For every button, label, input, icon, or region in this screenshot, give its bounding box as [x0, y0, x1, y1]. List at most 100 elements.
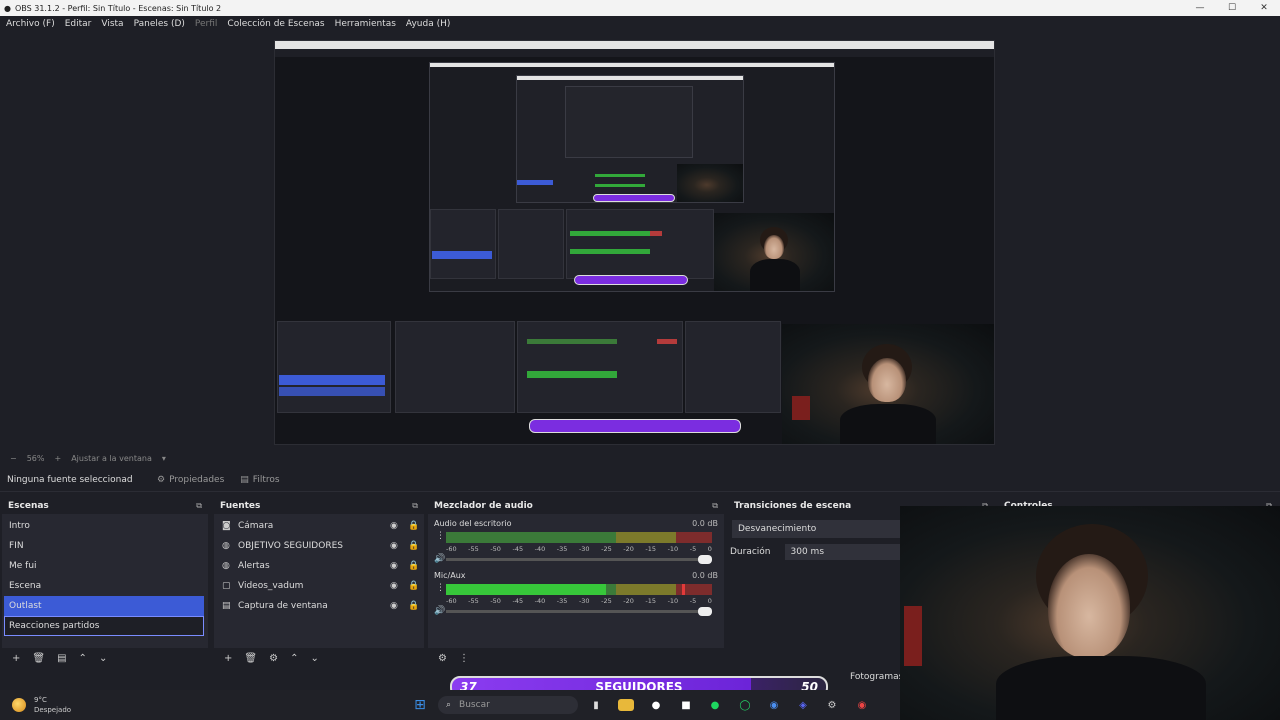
source-item-camara[interactable]: ◙ Cámara ◉ 🔒: [214, 516, 424, 536]
menu-edit[interactable]: Editar: [65, 19, 92, 29]
source-item-videos-vadum[interactable]: ▢ Videos_vadum ◉ 🔒: [214, 576, 424, 596]
source-item-objetivo-seguidores[interactable]: ◍ OBJETIVO SEGUIDORES ◉ 🔒: [214, 536, 424, 556]
discord-icon[interactable]: ◈: [795, 697, 811, 713]
nested-meter-green-2: [595, 184, 645, 187]
menu-docks[interactable]: Paneles (D): [134, 19, 185, 29]
kebab-menu-icon[interactable]: ⋮: [436, 531, 445, 541]
taskbar-search[interactable]: ⌕ Buscar: [438, 696, 578, 714]
tick-label: -30: [578, 597, 590, 605]
chrome-canary-icon[interactable]: ◉: [854, 697, 870, 713]
menu-file[interactable]: Archivo (F): [6, 19, 55, 29]
filters-button[interactable]: ▤ Filtros: [234, 471, 285, 489]
task-view-icon[interactable]: ▮: [588, 697, 604, 713]
eye-icon[interactable]: ◉: [390, 561, 398, 571]
speaker-icon[interactable]: 🔊: [434, 554, 445, 564]
mixer-menu-icon[interactable]: ⋮: [459, 653, 469, 664]
mixer-settings-gear-icon[interactable]: ⚙: [438, 653, 447, 664]
lock-icon[interactable]: 🔒: [408, 541, 419, 551]
chrome-icon[interactable]: ◉: [766, 697, 782, 713]
settings-gear-icon[interactable]: ⚙: [824, 697, 840, 713]
add-source-button[interactable]: +: [224, 653, 232, 664]
scene-item-reacciones-partidos[interactable]: Reacciones partidos: [4, 616, 204, 636]
lock-icon[interactable]: 🔒: [408, 561, 419, 571]
sources-list[interactable]: ◙ Cámara ◉ 🔒 ◍ OBJETIVO SEGUIDORES ◉ 🔒 ◍…: [214, 514, 424, 648]
speaker-icon[interactable]: 🔊: [434, 606, 445, 616]
captured-meter-1-red: [657, 339, 677, 344]
sources-dock-title: Fuentes: [220, 501, 261, 511]
tick-label: -55: [468, 597, 479, 605]
tick-label: -50: [490, 597, 501, 605]
obs-app-icon[interactable]: ●: [648, 697, 664, 713]
nested-selection-highlight-2: [432, 251, 492, 259]
source-properties-gear-icon[interactable]: ⚙: [269, 653, 278, 664]
file-explorer-icon[interactable]: [618, 699, 634, 711]
weather-widget[interactable]: 9°C Despejado: [12, 693, 92, 717]
meter-peak-indicator: [682, 584, 685, 595]
close-button[interactable]: ✕: [1248, 0, 1280, 16]
whatsapp-icon[interactable]: ◯: [737, 697, 753, 713]
mixer-channel-mic: Mic/Aux 0.0 dB ⋮ -60 -55 -50 -45 -40 -35…: [428, 568, 724, 620]
dock-float-icon[interactable]: ⧉: [712, 501, 718, 511]
captured-webcam-face: [868, 358, 906, 402]
scene-item-intro[interactable]: Intro: [2, 516, 208, 536]
move-down-icon[interactable]: ⌄: [99, 653, 107, 664]
scenes-list[interactable]: Intro FIN Me fui Escena Outlast Reaccion…: [2, 514, 208, 648]
webcam-red-light: [904, 606, 922, 666]
properties-button[interactable]: ⚙ Propiedades: [151, 471, 230, 489]
scene-item-fin[interactable]: FIN: [2, 536, 208, 556]
zoom-minus-button[interactable]: −: [10, 454, 17, 463]
scene-item-escena[interactable]: Escena: [2, 576, 208, 596]
tick-label: -10: [667, 545, 679, 553]
captured-selected-scene: [279, 375, 385, 385]
eye-icon[interactable]: ◉: [390, 601, 398, 611]
eye-icon[interactable]: ◉: [390, 541, 398, 551]
lock-icon[interactable]: 🔒: [408, 581, 419, 591]
menu-view[interactable]: Vista: [101, 19, 123, 29]
menu-tools[interactable]: Herramientas: [335, 19, 396, 29]
menu-help[interactable]: Ayuda (H): [406, 19, 450, 29]
menu-profile[interactable]: Perfil: [195, 19, 218, 29]
scene-item-outlast[interactable]: Outlast: [4, 596, 204, 616]
eye-icon[interactable]: ◉: [390, 521, 398, 531]
volume-slider-knob[interactable]: [698, 555, 712, 564]
epic-games-icon[interactable]: ■: [678, 697, 694, 713]
chevron-down-icon[interactable]: ▾: [162, 454, 166, 463]
volume-slider-knob[interactable]: [698, 607, 712, 616]
zoom-plus-button[interactable]: +: [54, 454, 61, 463]
lock-icon[interactable]: 🔒: [408, 521, 419, 531]
dock-float-icon[interactable]: ⧉: [196, 501, 202, 511]
source-item-alertas[interactable]: ◍ Alertas ◉ 🔒: [214, 556, 424, 576]
tick-label: 0: [707, 597, 712, 605]
nested-overlay: [593, 194, 675, 202]
menu-scene-collection[interactable]: Colección de Escenas: [227, 19, 324, 29]
scene-item-me-fui[interactable]: Me fui: [2, 556, 208, 576]
move-up-icon[interactable]: ⌃: [290, 653, 298, 664]
source-item-captura-de-ventana[interactable]: ▤ Captura de ventana ◉ 🔒: [214, 596, 424, 616]
move-up-icon[interactable]: ⌃: [79, 653, 87, 664]
move-down-icon[interactable]: ⌄: [310, 653, 318, 664]
volume-slider[interactable]: [446, 555, 712, 564]
lock-icon[interactable]: 🔒: [408, 601, 419, 611]
dock-float-icon[interactable]: ⧉: [412, 501, 418, 511]
mixer-body: Audio del escritorio 0.0 dB ⋮ -60 -55 -5…: [428, 514, 724, 648]
preview-canvas[interactable]: [274, 40, 995, 445]
scene-filters-icon[interactable]: ▤: [57, 653, 66, 664]
scenes-dock: Escenas ⧉ Intro FIN Me fui Escena Outlas…: [2, 498, 208, 668]
meter-red-zone: [676, 532, 712, 543]
source-label: Cámara: [238, 521, 274, 531]
volume-slider[interactable]: [446, 607, 712, 616]
duration-input[interactable]: 300 ms: [784, 544, 905, 560]
add-scene-button[interactable]: +: [12, 653, 20, 664]
fit-window-button[interactable]: Ajustar a la ventana: [71, 454, 152, 463]
remove-source-icon[interactable]: 🗑: [244, 653, 257, 664]
minimize-button[interactable]: —: [1184, 0, 1216, 16]
context-bar: Ninguna fuente seleccionad ⚙ Propiedades…: [0, 468, 1280, 492]
kebab-menu-icon[interactable]: ⋮: [436, 583, 445, 593]
tick-label: -25: [601, 545, 612, 553]
tick-label: -5: [689, 597, 697, 605]
eye-icon[interactable]: ◉: [390, 581, 398, 591]
maximize-button[interactable]: ☐: [1216, 0, 1248, 16]
remove-scene-icon[interactable]: 🗑: [32, 653, 45, 664]
windows-start-icon[interactable]: ⊞: [412, 697, 428, 713]
spotify-icon[interactable]: ●: [707, 697, 723, 713]
